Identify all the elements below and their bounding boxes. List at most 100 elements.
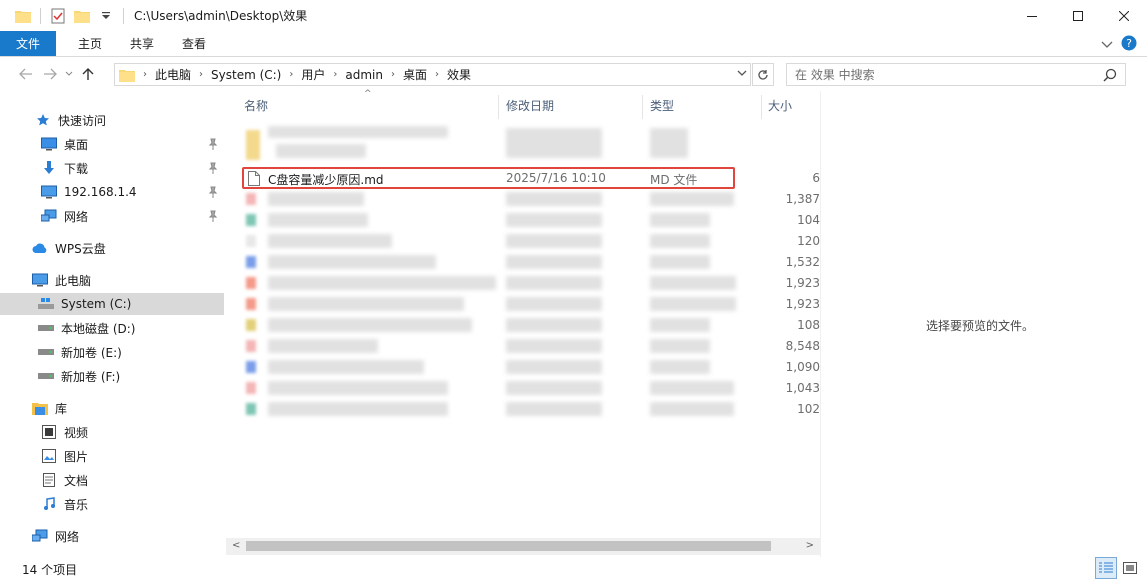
list-item[interactable]: 120	[242, 231, 820, 252]
list-item[interactable]: 108	[242, 315, 820, 336]
toolbar-divider	[123, 7, 124, 24]
blurred-text	[268, 402, 448, 416]
chevron-right-icon[interactable]: ›	[435, 69, 439, 80]
title-bar: C:\Users\admin\Desktop\效果	[0, 0, 1147, 31]
large-icons-view-button[interactable]	[1119, 557, 1141, 579]
view-toggle	[1095, 557, 1141, 579]
sidebar-item-quick-access[interactable]: 快速访问	[0, 109, 224, 131]
back-button[interactable]	[14, 62, 38, 86]
list-item[interactable]: 1,043	[242, 378, 820, 399]
column-header-name[interactable]: 名称	[244, 97, 268, 114]
column-divider[interactable]	[761, 95, 762, 119]
sidebar-item-music[interactable]: 音乐	[0, 493, 224, 515]
sidebar-item-library[interactable]: 库	[0, 397, 224, 419]
tab-file[interactable]: 文件	[0, 31, 56, 56]
library-icon	[31, 400, 49, 416]
breadcrumb-system-c[interactable]: System (C:)	[211, 68, 281, 82]
list-item[interactable]: 1,090	[242, 357, 820, 378]
list-item[interactable]: 102	[242, 399, 820, 420]
drive-icon	[37, 368, 55, 384]
horizontal-scrollbar[interactable]: < >	[226, 538, 820, 555]
tab-home[interactable]: 主页	[64, 31, 116, 56]
blurred-text	[650, 128, 688, 158]
search-icon[interactable]	[1103, 68, 1117, 85]
blurred-text	[268, 234, 392, 248]
pin-icon[interactable]	[208, 138, 218, 153]
recent-locations-button[interactable]	[62, 62, 76, 86]
ribbon-tabs: 文件 主页 共享 查看 ?	[0, 31, 1147, 57]
sidebar-item-videos[interactable]: 视频	[0, 421, 224, 443]
sidebar-item-desktop[interactable]: 桌面	[0, 133, 224, 155]
breadcrumb-desktop[interactable]: 桌面	[403, 66, 427, 83]
column-divider[interactable]	[498, 95, 499, 119]
chevron-right-icon[interactable]: ›	[199, 69, 203, 80]
search-input[interactable]: 在 效果 中搜索	[786, 63, 1126, 86]
sidebar-item-network[interactable]: 网络	[0, 525, 224, 547]
new-folder-icon[interactable]	[73, 7, 91, 25]
list-item[interactable]	[242, 124, 820, 166]
blurred-file-icon	[246, 340, 256, 352]
windows-drive-icon	[37, 296, 55, 312]
column-header-type[interactable]: 类型	[650, 97, 674, 114]
sidebar-item-drive-d[interactable]: 本地磁盘 (D:)	[0, 317, 224, 339]
sidebar-item-network-share[interactable]: 192.168.1.4	[0, 181, 224, 203]
list-item[interactable]: 104	[242, 210, 820, 231]
pin-icon[interactable]	[208, 162, 218, 177]
sidebar-label: System (C:)	[61, 297, 132, 311]
blurred-text	[650, 192, 734, 206]
sidebar-label: 此电脑	[55, 273, 92, 288]
scroll-left-icon[interactable]: <	[232, 540, 240, 551]
blurred-text	[506, 276, 602, 290]
breadcrumb-admin[interactable]: admin	[345, 68, 383, 82]
list-item[interactable]: 1,923	[242, 294, 820, 315]
pin-icon[interactable]	[208, 186, 218, 201]
sidebar-item-downloads[interactable]: 下载	[0, 157, 224, 179]
sidebar-item-drive-f[interactable]: 新加卷 (F:)	[0, 365, 224, 387]
blurred-text	[506, 360, 602, 374]
list-item[interactable]: 8,548	[242, 336, 820, 357]
chevron-right-icon[interactable]: ›	[391, 69, 395, 80]
breadcrumb-users[interactable]: 用户	[301, 66, 325, 83]
minimize-button[interactable]	[1009, 0, 1055, 31]
chevron-right-icon[interactable]: ›	[289, 69, 293, 80]
chevron-down-icon[interactable]	[736, 67, 748, 82]
help-icon[interactable]: ?	[1121, 35, 1137, 54]
sidebar-item-wps-cloud[interactable]: WPS云盘	[0, 237, 224, 259]
pin-icon[interactable]	[208, 210, 218, 225]
column-header-date[interactable]: 修改日期	[506, 97, 554, 114]
details-view-button[interactable]	[1095, 557, 1117, 579]
network-icon	[31, 528, 49, 544]
refresh-button[interactable]	[752, 63, 774, 86]
column-header-size[interactable]: 大小	[768, 97, 792, 114]
address-bar[interactable]: › 此电脑 › System (C:) › 用户 › admin › 桌面 › …	[114, 63, 751, 86]
customize-dropdown-icon[interactable]	[97, 7, 115, 25]
breadcrumb-this-pc[interactable]: 此电脑	[155, 66, 191, 83]
sidebar-item-system-c[interactable]: System (C:)	[0, 293, 224, 315]
list-item[interactable]: 1,387	[242, 189, 820, 210]
sidebar-item-pictures[interactable]: 图片	[0, 445, 224, 467]
preview-message: 选择要预览的文件。	[926, 319, 1035, 333]
list-item[interactable]: 1,532	[242, 252, 820, 273]
blurred-text	[268, 192, 364, 206]
toolbar-divider	[40, 7, 41, 24]
tab-view[interactable]: 查看	[168, 31, 220, 56]
close-button[interactable]	[1101, 0, 1147, 31]
file-list: ^ 名称 修改日期 类型 大小 C盘容量减少原因.md 2025/7/16 10…	[226, 89, 820, 557]
properties-icon[interactable]	[49, 7, 67, 25]
tab-share[interactable]: 共享	[116, 31, 168, 56]
maximize-button[interactable]	[1055, 0, 1101, 31]
sidebar-item-this-pc[interactable]: 此电脑	[0, 269, 224, 291]
up-button[interactable]	[76, 62, 100, 86]
forward-button[interactable]	[38, 62, 62, 86]
list-item[interactable]: 1,923	[242, 273, 820, 294]
scrollbar-thumb[interactable]	[246, 541, 771, 551]
expand-ribbon-icon[interactable]	[1101, 38, 1113, 52]
sidebar-item-network-quick[interactable]: 网络	[0, 205, 224, 227]
breadcrumb-current[interactable]: 效果	[447, 66, 471, 83]
column-divider[interactable]	[642, 95, 643, 119]
chevron-right-icon[interactable]: ›	[333, 69, 337, 80]
drive-icon	[37, 320, 55, 336]
sidebar-item-documents[interactable]: 文档	[0, 469, 224, 491]
sidebar-item-drive-e[interactable]: 新加卷 (E:)	[0, 341, 224, 363]
scroll-right-icon[interactable]: >	[806, 540, 814, 551]
